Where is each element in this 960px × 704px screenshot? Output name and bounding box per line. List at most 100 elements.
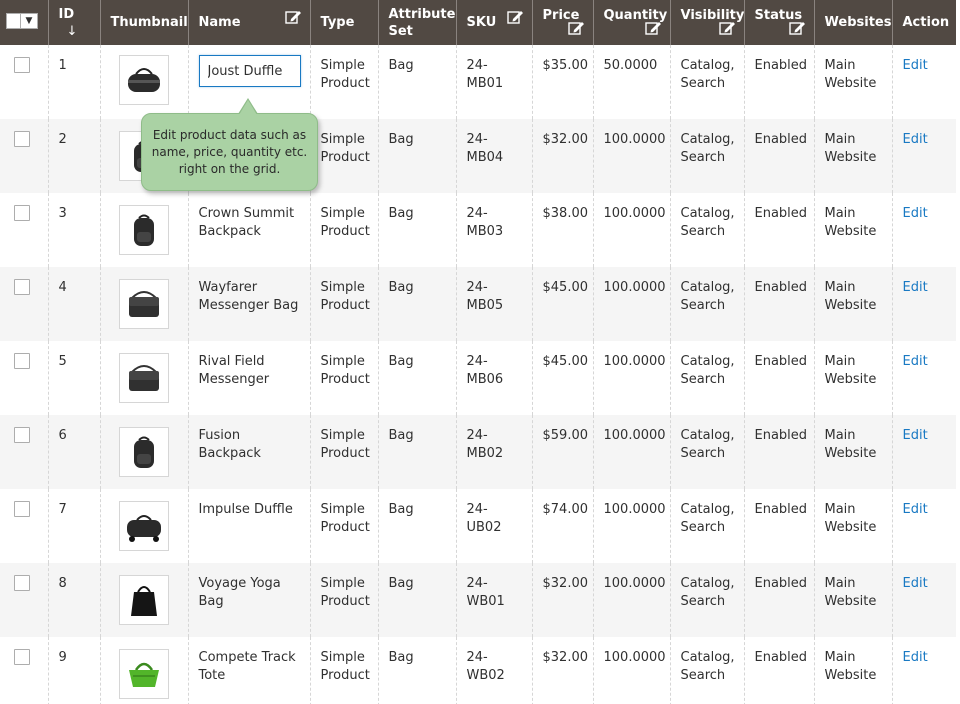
product-thumbnail[interactable] — [118, 55, 169, 105]
status-cell[interactable]: Enabled — [743, 563, 814, 637]
sku-cell[interactable]: 24-MB03 — [455, 193, 532, 267]
row-checkbox[interactable] — [14, 131, 30, 147]
status-cell[interactable]: Enabled — [743, 267, 814, 341]
price-cell[interactable]: $45.00 — [531, 267, 593, 341]
sku-cell[interactable]: 24-MB05 — [455, 267, 532, 341]
sku-cell[interactable]: 24-WB02 — [455, 637, 532, 704]
quantity-cell[interactable]: 100.0000 — [592, 119, 670, 193]
row-checkbox[interactable] — [14, 575, 30, 591]
product-thumbnail[interactable] — [118, 575, 169, 625]
row-checkbox[interactable] — [14, 649, 30, 665]
sku-cell[interactable]: 24-WB01 — [455, 563, 532, 637]
edit-column-quantity-icon[interactable] — [644, 21, 662, 36]
edit-link[interactable]: Edit — [903, 428, 928, 443]
column-header-type[interactable]: Type — [309, 0, 378, 45]
name-cell[interactable]: Crown Summit Backpack — [187, 193, 310, 267]
price-cell[interactable]: $38.00 — [531, 193, 593, 267]
row-checkbox[interactable] — [14, 501, 30, 517]
row-checkbox[interactable] — [14, 279, 30, 295]
sku-cell[interactable]: 24-MB01 — [455, 45, 532, 119]
column-header-websites[interactable]: Websites — [813, 0, 892, 45]
price-cell[interactable]: $32.00 — [531, 637, 593, 704]
edit-link[interactable]: Edit — [903, 502, 928, 517]
row-checkbox[interactable] — [14, 205, 30, 221]
product-thumbnail[interactable] — [118, 501, 169, 551]
quantity-cell[interactable]: 100.0000 — [592, 563, 670, 637]
status-cell[interactable]: Enabled — [743, 489, 814, 563]
sort-descending-icon[interactable]: ↓ — [67, 23, 78, 40]
name-cell[interactable]: Fusion Backpack — [187, 415, 310, 489]
status-cell[interactable]: Enabled — [743, 119, 814, 193]
edit-column-price-icon[interactable] — [567, 21, 585, 36]
column-header-status[interactable]: Status — [743, 0, 814, 45]
visibility-cell[interactable]: Catalog, Search — [669, 119, 744, 193]
edit-link[interactable]: Edit — [903, 132, 928, 147]
rolling-duffle-icon — [126, 515, 161, 542]
visibility-cell[interactable]: Catalog, Search — [669, 637, 744, 704]
sku-cell[interactable]: 24-MB04 — [455, 119, 532, 193]
product-thumbnail[interactable] — [118, 353, 169, 403]
column-header-price[interactable]: Price — [531, 0, 593, 45]
edit-link[interactable]: Edit — [903, 650, 928, 665]
column-header-name[interactable]: Name — [187, 0, 310, 45]
visibility-cell[interactable]: Catalog, Search — [669, 267, 744, 341]
visibility-cell[interactable]: Catalog, Search — [669, 489, 744, 563]
visibility-cell[interactable]: Catalog, Search — [669, 415, 744, 489]
product-thumbnail[interactable] — [118, 427, 169, 477]
edit-column-status-icon[interactable] — [788, 21, 806, 36]
name-cell[interactable]: Impulse Duffle — [187, 489, 310, 563]
product-thumbnail[interactable] — [118, 649, 169, 699]
status-cell[interactable]: Enabled — [743, 193, 814, 267]
product-thumbnail[interactable] — [118, 205, 169, 255]
name-cell[interactable]: Compete Track Tote — [187, 637, 310, 704]
visibility-cell[interactable]: Catalog, Search — [669, 45, 744, 119]
price-cell[interactable]: $35.00 — [531, 45, 593, 119]
name-inline-edit-input[interactable] — [198, 55, 301, 87]
price-cell[interactable]: $32.00 — [531, 563, 593, 637]
chevron-down-icon[interactable]: ▼ — [21, 14, 37, 28]
quantity-cell[interactable]: 100.0000 — [592, 193, 670, 267]
sku-cell[interactable]: 24-UB02 — [455, 489, 532, 563]
row-checkbox[interactable] — [14, 57, 30, 73]
visibility-cell[interactable]: Catalog, Search — [669, 193, 744, 267]
status-cell[interactable]: Enabled — [743, 637, 814, 704]
sku-cell[interactable]: 24-MB02 — [455, 415, 532, 489]
price-cell[interactable]: $59.00 — [531, 415, 593, 489]
quantity-cell[interactable]: 100.0000 — [592, 267, 670, 341]
name-cell[interactable]: Wayfarer Messenger Bag — [187, 267, 310, 341]
visibility-cell[interactable]: Catalog, Search — [669, 341, 744, 415]
sku-cell[interactable]: 24-MB06 — [455, 341, 532, 415]
column-header-id[interactable]: ID↓ — [47, 0, 100, 45]
row-checkbox[interactable] — [14, 353, 30, 369]
name-cell[interactable]: Rival Field Messenger — [187, 341, 310, 415]
edit-link[interactable]: Edit — [903, 354, 928, 369]
quantity-cell[interactable]: 100.0000 — [592, 637, 670, 704]
status-cell[interactable]: Enabled — [743, 415, 814, 489]
price-cell[interactable]: $74.00 — [531, 489, 593, 563]
column-header-quantity[interactable]: Quantity — [592, 0, 670, 45]
status-cell[interactable]: Enabled — [743, 341, 814, 415]
price-cell[interactable]: $32.00 — [531, 119, 593, 193]
column-header-attribute-set[interactable]: Attribute Set — [377, 0, 456, 45]
mass-select-dropdown[interactable]: ▼ — [6, 12, 38, 29]
status-cell[interactable]: Enabled — [743, 45, 814, 119]
name-cell[interactable]: Voyage Yoga Bag — [187, 563, 310, 637]
mass-select-checkbox[interactable] — [7, 13, 21, 28]
edit-link[interactable]: Edit — [903, 206, 928, 221]
quantity-cell[interactable]: 50.0000 — [592, 45, 670, 119]
row-checkbox[interactable] — [14, 427, 30, 443]
edit-link[interactable]: Edit — [903, 280, 928, 295]
column-header-visibility[interactable]: Visibility — [669, 0, 744, 45]
product-thumbnail[interactable] — [118, 279, 169, 329]
edit-column-visibility-icon[interactable] — [718, 21, 736, 36]
edit-column-name-icon[interactable] — [284, 10, 302, 25]
quantity-cell[interactable]: 100.0000 — [592, 415, 670, 489]
edit-column-sku-icon[interactable] — [506, 10, 524, 25]
edit-link[interactable]: Edit — [903, 58, 928, 73]
edit-link[interactable]: Edit — [903, 576, 928, 591]
price-cell[interactable]: $45.00 — [531, 341, 593, 415]
column-header-sku[interactable]: SKU — [455, 0, 532, 45]
quantity-cell[interactable]: 100.0000 — [592, 489, 670, 563]
visibility-cell[interactable]: Catalog, Search — [669, 563, 744, 637]
quantity-cell[interactable]: 100.0000 — [592, 341, 670, 415]
